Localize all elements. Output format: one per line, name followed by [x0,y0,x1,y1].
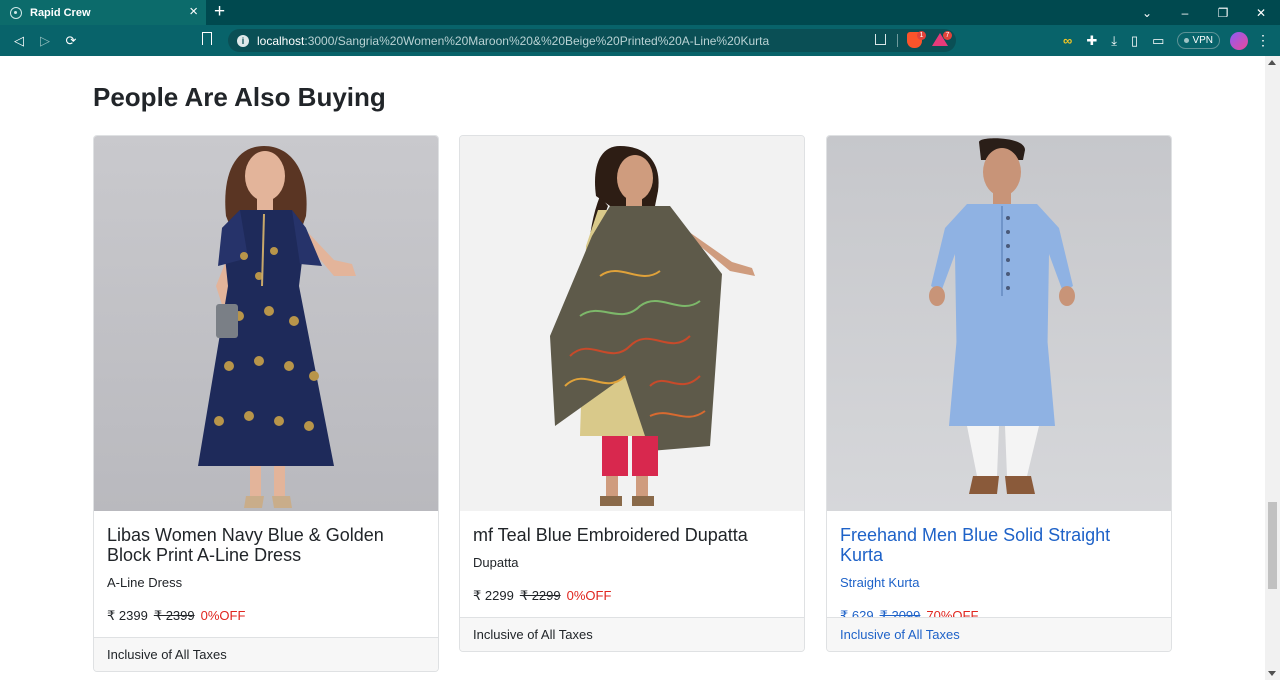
product-category: Straight Kurta [840,575,920,590]
card-body: mf Teal Blue Embroidered Dupatta Dupatta… [460,511,804,604]
product-card[interactable]: mf Teal Blue Embroidered Dupatta Dupatta… [459,135,805,652]
new-tab-button[interactable]: + [214,1,225,23]
minimize-button[interactable]: – [1166,6,1204,20]
tab-search-icon[interactable]: ⌄ [1128,6,1166,20]
download-icon[interactable]: ⤓ [1111,33,1117,49]
sidebar-icon[interactable]: ▯ [1131,33,1138,49]
price-row: ₹ 2399 ₹ 2399 0%OFF [107,608,425,624]
close-window-button[interactable]: ✕ [1242,6,1280,20]
bookmark-icon[interactable] [202,32,212,45]
scroll-up-arrow-icon[interactable] [1268,60,1276,65]
product-price: ₹ 2399 [107,608,148,623]
product-title[interactable]: Libas Women Navy Blue & Golden Block Pri… [107,525,425,565]
product-title[interactable]: mf Teal Blue Embroidered Dupatta [473,525,791,545]
browser-tab[interactable]: Rapid Crew × [0,0,206,25]
vpn-status-dot [1184,37,1190,43]
vpn-button[interactable]: VPN [1177,32,1220,49]
page-scrollbar[interactable] [1265,56,1280,680]
product-image-dupatta[interactable] [460,136,804,511]
url-host: localhost [257,33,305,48]
close-tab-icon[interactable]: × [189,3,198,21]
infinity-extension-icon[interactable]: ∞ [1063,33,1072,48]
card-footer: Inclusive of All Taxes [94,637,438,671]
browser-toolbar: ◁ ▷ ⟳ i localhost:3000/Sangria%20Women%2… [0,25,1280,56]
card-body: Libas Women Navy Blue & Golden Block Pri… [94,511,438,624]
window-controls: ⌄ – ❐ ✕ [1128,0,1280,25]
site-info-icon[interactable]: i [237,34,249,47]
product-category: A-Line Dress [107,575,183,590]
price-row: ₹ 2299 ₹ 2299 0%OFF [473,588,791,604]
browser-tab-strip: Rapid Crew × + ⌄ – ❐ ✕ [0,0,1280,25]
forward-icon[interactable]: ▷ [32,33,58,49]
tab-title: Rapid Crew [30,6,91,19]
product-price: ₹ 2299 [473,588,514,603]
url-separator [897,34,898,47]
product-card[interactable]: Libas Women Navy Blue & Golden Block Pri… [93,135,439,672]
url-path: :3000/Sangria%20Women%20Maroon%20&%20Bei… [304,33,770,48]
card-body: Freehand Men Blue Solid Straight Kurta S… [827,511,1171,624]
section-title: People Are Also Buying [93,82,386,112]
product-mrp: ₹ 2299 [519,588,561,603]
menu-icon[interactable]: ⋮ [1256,32,1270,49]
card-footer: Inclusive of All Taxes [460,617,804,651]
back-icon[interactable]: ◁ [6,33,32,49]
product-mrp: ₹ 2399 [153,608,195,623]
product-title[interactable]: Freehand Men Blue Solid Straight Kurta [840,525,1158,565]
product-category: Dupatta [473,555,519,570]
share-icon[interactable] [875,34,886,45]
reload-icon[interactable]: ⟳ [58,33,84,49]
product-card[interactable]: Freehand Men Blue Solid Straight Kurta S… [826,135,1172,652]
shields-badge: 1 [917,31,926,40]
discount-label: 0%OFF [200,608,246,623]
discount-label: 0%OFF [566,588,612,603]
vpn-label: VPN [1192,35,1213,46]
rewards-badge: 7 [943,31,952,40]
restore-button[interactable]: ❐ [1204,6,1242,20]
wallet-icon[interactable]: ▭ [1152,33,1164,49]
extensions-area: ∞ ✚ ⤓ ▯ ▭ VPN ⋮ [1056,25,1280,56]
puzzle-extensions-icon[interactable]: ✚ [1086,33,1097,49]
product-image-blue-kurta[interactable] [827,136,1171,511]
product-image-navy-dress[interactable] [94,136,438,511]
scroll-down-arrow-icon[interactable] [1268,671,1276,676]
address-bar[interactable]: i localhost:3000/Sangria%20Women%20Maroo… [228,29,956,52]
page-content: People Are Also Buying Libas Women Navy … [0,56,1280,680]
card-footer: Inclusive of All Taxes [827,617,1171,651]
profile-avatar[interactable] [1230,31,1248,50]
scroll-thumb[interactable] [1268,502,1277,589]
react-favicon-icon [10,6,22,19]
